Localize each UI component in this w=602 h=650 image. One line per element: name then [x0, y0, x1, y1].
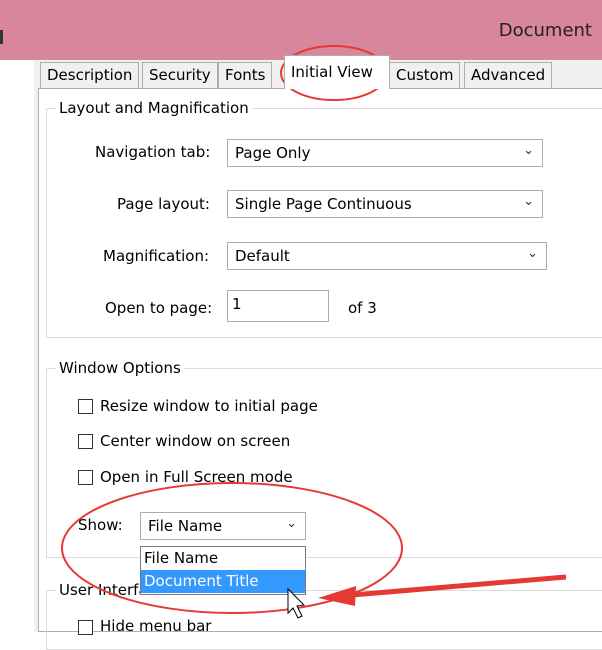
- tab-initial-view[interactable]: Initial View: [284, 55, 390, 89]
- mouse-cursor-icon: [287, 587, 306, 619]
- annotation-overlay: [61, 45, 567, 619]
- annotation-arrow-shaft: [351, 574, 567, 598]
